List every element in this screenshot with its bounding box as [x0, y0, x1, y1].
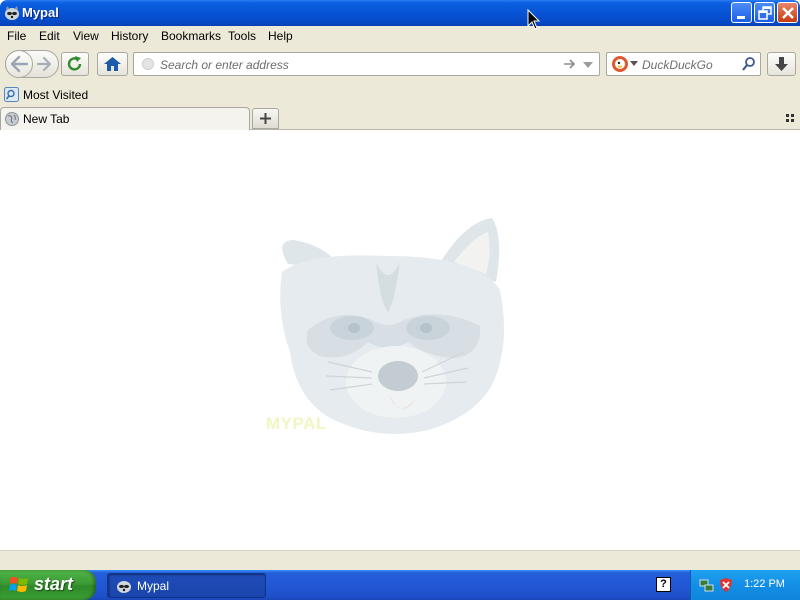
go-arrow-icon[interactable] [562, 57, 576, 71]
dropmarker-icon[interactable] [582, 59, 594, 71]
close-button[interactable] [777, 2, 798, 23]
home-icon [104, 57, 121, 71]
network-icon[interactable] [699, 577, 715, 593]
close-icon [782, 7, 794, 19]
menu-tools[interactable]: Tools [228, 29, 256, 43]
identity-globe-icon[interactable] [142, 58, 154, 70]
start-label: start [34, 574, 74, 594]
duckduckgo-icon[interactable] [612, 56, 628, 72]
help-icon[interactable]: ? [656, 577, 671, 592]
reload-icon [67, 56, 82, 71]
globe-icon [5, 112, 19, 126]
taskbar-item-mypal[interactable]: Mypal [107, 573, 266, 598]
window-title: Mypal [22, 5, 59, 20]
mouse-cursor-icon [527, 9, 541, 30]
status-bar [0, 550, 800, 570]
menu-bar: File Edit View History Bookmarks Tools H… [0, 26, 800, 46]
minimize-icon [737, 16, 745, 19]
download-icon [775, 57, 788, 71]
downloads-button[interactable] [767, 52, 796, 76]
home-button[interactable] [97, 52, 128, 76]
raccoon-mascot-image [280, 218, 504, 434]
minimize-button[interactable] [731, 2, 752, 23]
forward-arrow-icon[interactable] [35, 55, 55, 73]
restore-icon [758, 6, 772, 20]
bookmark-most-visited[interactable]: Most Visited [23, 88, 88, 102]
magnifier-icon[interactable] [741, 56, 757, 72]
bookmarks-toolbar [0, 84, 800, 106]
windows-logo-icon [9, 577, 28, 592]
back-button[interactable] [5, 50, 33, 78]
system-tray: 1:22 PM [690, 570, 800, 600]
menu-bookmarks[interactable]: Bookmarks [161, 29, 221, 43]
menu-file[interactable]: File [7, 29, 26, 43]
menu-view[interactable]: View [73, 29, 99, 43]
url-input[interactable] [160, 57, 550, 73]
title-bar[interactable]: Mypal [0, 0, 800, 26]
plus-icon [260, 113, 271, 124]
mypal-watermark: MYPAL [266, 414, 327, 433]
new-tab-button[interactable] [252, 108, 279, 129]
clock[interactable]: 1:22 PM [744, 578, 785, 590]
raccoon-icon [117, 581, 131, 593]
menu-help[interactable]: Help [268, 29, 293, 43]
reload-button[interactable] [61, 52, 89, 76]
restore-button[interactable] [754, 2, 775, 23]
tab-new-tab[interactable]: New Tab [0, 107, 250, 130]
raccoon-app-icon [5, 6, 19, 20]
search-input[interactable] [642, 57, 737, 73]
bookmark-folder-icon[interactable] [4, 87, 19, 102]
search-bar[interactable] [606, 52, 761, 76]
url-bar[interactable] [133, 52, 600, 76]
menu-history[interactable]: History [111, 29, 148, 43]
back-arrow-icon [10, 55, 29, 73]
security-shield-icon[interactable] [719, 577, 733, 593]
engine-dropmarker-icon[interactable] [630, 61, 638, 67]
tab-label: New Tab [23, 112, 70, 126]
menu-edit[interactable]: Edit [39, 29, 60, 43]
tab-list-icon[interactable] [784, 112, 796, 124]
taskbar-item-label: Mypal [137, 579, 170, 593]
